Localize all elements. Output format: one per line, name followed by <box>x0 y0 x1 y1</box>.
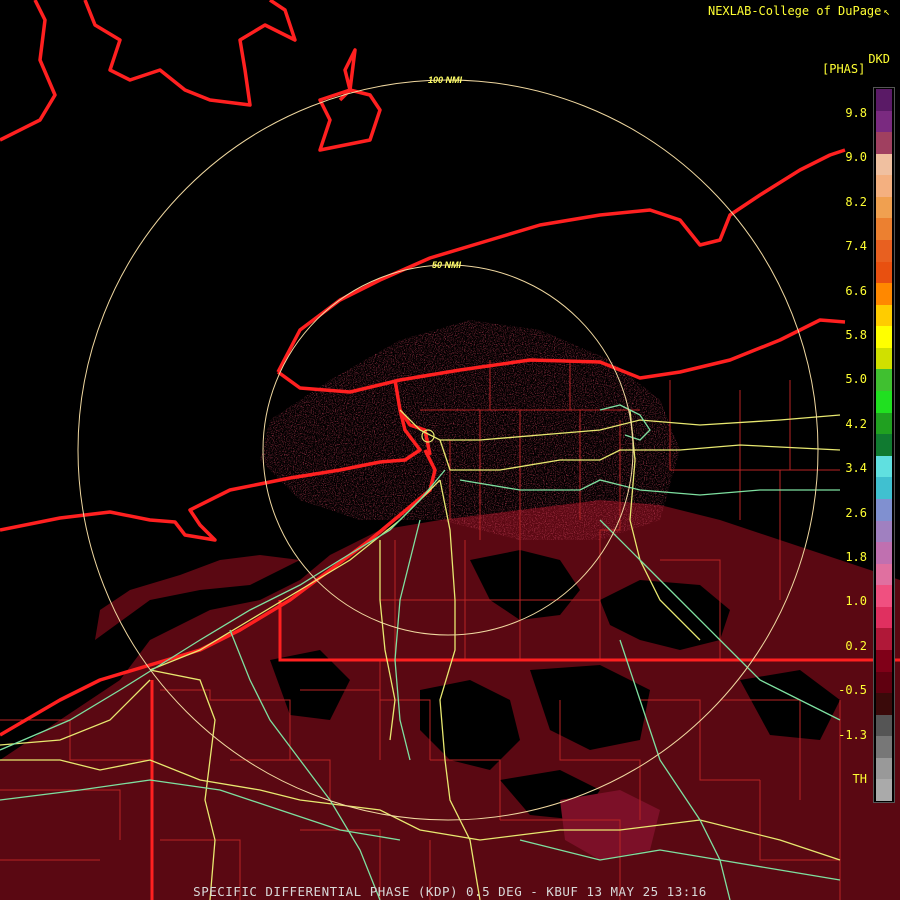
radar-map: 100 NMI 50 NMI <box>0 0 900 900</box>
legend-tick-label: 0.2 <box>845 638 867 653</box>
legend-swatch <box>876 693 892 716</box>
legend-swatch <box>876 455 892 478</box>
legend-swatch <box>876 196 892 219</box>
legend-tick-label: 1.0 <box>845 594 867 609</box>
legend-swatch <box>876 477 892 500</box>
credit-label: NEXLAB-College of DuPage ↖ <box>708 4 890 18</box>
legend-swatch <box>876 757 892 780</box>
legend-tick-label: 7.4 <box>845 239 867 254</box>
ring-label-50: 50 NMI <box>432 260 462 270</box>
legend-swatch <box>876 542 892 565</box>
credit-text: NEXLAB-College of DuPage <box>707 4 882 18</box>
legend-swatch <box>876 606 892 629</box>
echo-speckle <box>260 320 680 540</box>
product-code: DKD <box>868 52 890 66</box>
legend-swatch <box>876 671 892 694</box>
ring-label-100: 100 NMI <box>428 75 463 85</box>
legend-swatch <box>876 779 892 802</box>
legend-swatch <box>876 498 892 521</box>
legend-swatch <box>876 563 892 586</box>
legend-swatch <box>876 175 892 198</box>
legend-tick-label: 9.8 <box>845 106 867 120</box>
echo-field <box>0 320 900 900</box>
legend-tick-label: 2.6 <box>845 505 867 520</box>
legend-swatch <box>876 628 892 651</box>
legend-swatch <box>876 89 892 111</box>
legend-tick-label: 4.2 <box>845 416 867 431</box>
legend-swatch <box>876 240 892 263</box>
ring-labels: 100 NMI 50 NMI <box>428 75 463 270</box>
legend-tick-label: 6.6 <box>845 283 867 298</box>
legend-swatch <box>876 369 892 392</box>
legend-swatch <box>876 218 892 241</box>
color-legend <box>873 87 895 803</box>
legend-unit: [PHAS] <box>822 62 866 76</box>
radar-viewer: 100 NMI 50 NMI NEXLAB-College of DuPage ↖… <box>0 0 900 900</box>
legend-swatch <box>876 326 892 349</box>
legend-tick-label: TH <box>852 772 867 786</box>
legend-tick-label: 5.8 <box>845 328 867 342</box>
legend-swatch <box>876 520 892 543</box>
legend-swatch <box>876 391 892 414</box>
legend-tick-label: 5.0 <box>845 372 867 387</box>
legend-swatch <box>876 153 892 176</box>
radar-logo-icon: ↖ <box>883 5 890 18</box>
legend-swatch <box>876 434 892 457</box>
legend-tick-label: 3.4 <box>845 461 867 476</box>
legend-swatch <box>876 585 892 608</box>
legend-swatch <box>876 110 892 133</box>
legend-tick-label: -1.3 <box>838 727 867 742</box>
legend-swatch <box>876 412 892 435</box>
legend-swatch <box>876 261 892 284</box>
legend-swatch <box>876 132 892 155</box>
legend-tick-label: 8.2 <box>845 194 867 209</box>
legend-swatch <box>876 736 892 759</box>
legend-tick-label: 9.0 <box>845 150 867 165</box>
legend-swatch <box>876 714 892 737</box>
legend-swatch <box>876 304 892 327</box>
legend-swatch <box>876 283 892 306</box>
legend-tick-label: 1.8 <box>845 550 867 564</box>
legend-swatch <box>876 649 892 672</box>
footer-caption: SPECIFIC DIFFERENTIAL PHASE (KDP) 0.5 DE… <box>193 884 707 899</box>
legend-tick-label: -0.5 <box>838 683 867 698</box>
legend-swatch <box>876 347 892 370</box>
